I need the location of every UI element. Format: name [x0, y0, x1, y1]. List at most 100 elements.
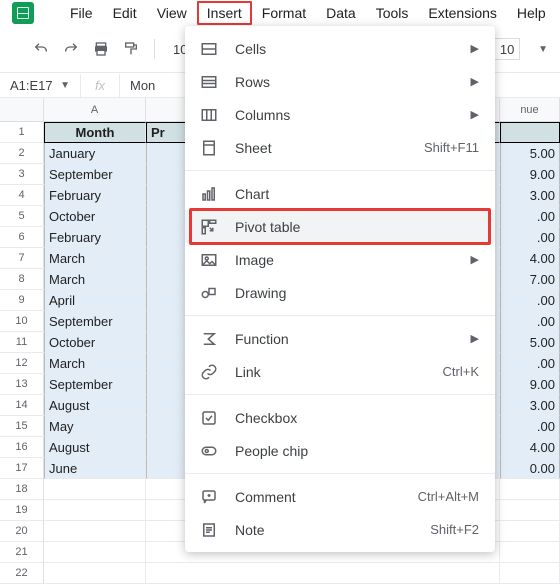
- cell[interactable]: January: [44, 143, 146, 164]
- menu-item-drawing[interactable]: Drawing: [185, 276, 495, 309]
- cell[interactable]: September: [44, 374, 146, 395]
- column-header-A[interactable]: A: [44, 98, 146, 122]
- cell[interactable]: 9.00: [500, 164, 560, 185]
- cell[interactable]: [44, 563, 146, 584]
- menu-item-cells[interactable]: Cells▶: [185, 32, 495, 65]
- cell[interactable]: June: [44, 458, 146, 479]
- row-header[interactable]: 9: [0, 290, 44, 311]
- menu-item-pivot-table[interactable]: Pivot table: [185, 210, 495, 243]
- cell[interactable]: March: [44, 353, 146, 374]
- cell[interactable]: February: [44, 227, 146, 248]
- cell[interactable]: .00: [500, 353, 560, 374]
- cell[interactable]: [44, 521, 146, 542]
- cell[interactable]: .00: [500, 290, 560, 311]
- cell[interactable]: Month: [44, 122, 146, 143]
- cell[interactable]: .00: [500, 206, 560, 227]
- row-header[interactable]: 21: [0, 542, 44, 563]
- cell[interactable]: April: [44, 290, 146, 311]
- cell[interactable]: 9.00: [500, 374, 560, 395]
- menu-item-note[interactable]: NoteShift+F2: [185, 513, 495, 546]
- menu-item-rows[interactable]: Rows▶: [185, 65, 495, 98]
- cell[interactable]: March: [44, 248, 146, 269]
- row-header[interactable]: 5: [0, 206, 44, 227]
- menu-edit[interactable]: Edit: [103, 1, 147, 25]
- font-size-dropdown-icon[interactable]: ▼: [538, 44, 548, 55]
- cell[interactable]: 3.00: [500, 185, 560, 206]
- cell[interactable]: [44, 500, 146, 521]
- cell[interactable]: [44, 542, 146, 563]
- row-header[interactable]: 18: [0, 479, 44, 500]
- cell[interactable]: [146, 563, 500, 584]
- cell[interactable]: 4.00: [500, 248, 560, 269]
- cell[interactable]: October: [44, 332, 146, 353]
- print-icon[interactable]: [90, 38, 112, 60]
- menu-item-sheet[interactable]: SheetShift+F11: [185, 131, 495, 164]
- cell[interactable]: [500, 542, 560, 563]
- menu-item-link[interactable]: LinkCtrl+K: [185, 355, 495, 388]
- menu-item-people-chip[interactable]: People chip: [185, 434, 495, 467]
- row-header[interactable]: 8: [0, 269, 44, 290]
- menu-help[interactable]: Help: [507, 1, 556, 25]
- menu-item-columns[interactable]: Columns▶: [185, 98, 495, 131]
- row-header[interactable]: 11: [0, 332, 44, 353]
- formula-bar-value[interactable]: Mon: [120, 78, 155, 93]
- menu-file[interactable]: File: [60, 1, 103, 25]
- row-header[interactable]: 13: [0, 374, 44, 395]
- row-header[interactable]: 12: [0, 353, 44, 374]
- row-header[interactable]: 10: [0, 311, 44, 332]
- redo-icon[interactable]: [60, 38, 82, 60]
- cell[interactable]: [500, 521, 560, 542]
- cell[interactable]: [500, 122, 560, 143]
- menu-tools[interactable]: Tools: [366, 1, 419, 25]
- cell[interactable]: 0.00: [500, 458, 560, 479]
- row-header[interactable]: 20: [0, 521, 44, 542]
- row-header[interactable]: 22: [0, 563, 44, 584]
- cell[interactable]: 4.00: [500, 437, 560, 458]
- cell[interactable]: 5.00: [500, 332, 560, 353]
- name-box[interactable]: A1:E17 ▼: [0, 78, 80, 93]
- menu-data[interactable]: Data: [316, 1, 366, 25]
- cell[interactable]: May: [44, 416, 146, 437]
- row-header[interactable]: 2: [0, 143, 44, 164]
- menu-format[interactable]: Format: [252, 1, 316, 25]
- row-header[interactable]: 3: [0, 164, 44, 185]
- cell[interactable]: September: [44, 311, 146, 332]
- cell[interactable]: .00: [500, 416, 560, 437]
- row-header[interactable]: 16: [0, 437, 44, 458]
- undo-icon[interactable]: [30, 38, 52, 60]
- cell[interactable]: 3.00: [500, 395, 560, 416]
- paint-format-icon[interactable]: [120, 38, 142, 60]
- cell[interactable]: .00: [500, 311, 560, 332]
- menu-insert[interactable]: Insert: [197, 1, 252, 25]
- menu-item-image[interactable]: Image▶: [185, 243, 495, 276]
- row-header[interactable]: 17: [0, 458, 44, 479]
- cell[interactable]: [500, 500, 560, 521]
- row-header[interactable]: 19: [0, 500, 44, 521]
- cell[interactable]: August: [44, 437, 146, 458]
- row-header[interactable]: 1: [0, 122, 44, 143]
- cell[interactable]: March: [44, 269, 146, 290]
- font-size-input[interactable]: 10: [494, 38, 520, 60]
- cell[interactable]: 5.00: [500, 143, 560, 164]
- row-header[interactable]: 7: [0, 248, 44, 269]
- row-header[interactable]: 14: [0, 395, 44, 416]
- menu-extensions[interactable]: Extensions: [418, 1, 506, 25]
- column-header-last[interactable]: nue: [500, 98, 560, 122]
- cell[interactable]: [44, 479, 146, 500]
- cell[interactable]: .00: [500, 227, 560, 248]
- menu-item-function[interactable]: Function▶: [185, 322, 495, 355]
- cell[interactable]: October: [44, 206, 146, 227]
- name-box-dropdown-icon[interactable]: ▼: [60, 80, 70, 91]
- cell[interactable]: [500, 563, 560, 584]
- select-all-corner[interactable]: [0, 98, 44, 122]
- cell[interactable]: 7.00: [500, 269, 560, 290]
- menu-item-chart[interactable]: Chart: [185, 177, 495, 210]
- menu-view[interactable]: View: [147, 1, 197, 25]
- menu-item-comment[interactable]: CommentCtrl+Alt+M: [185, 480, 495, 513]
- menu-item-checkbox[interactable]: Checkbox: [185, 401, 495, 434]
- row-header[interactable]: 6: [0, 227, 44, 248]
- row-header[interactable]: 15: [0, 416, 44, 437]
- cell[interactable]: September: [44, 164, 146, 185]
- row-header[interactable]: 4: [0, 185, 44, 206]
- cell[interactable]: February: [44, 185, 146, 206]
